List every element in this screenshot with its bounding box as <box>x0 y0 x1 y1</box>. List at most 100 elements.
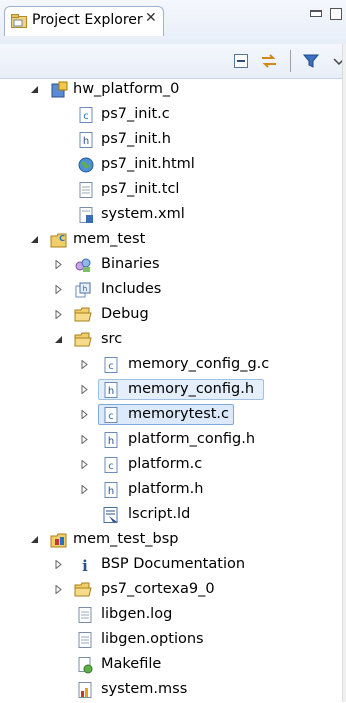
chevron-right-icon[interactable] <box>80 435 89 444</box>
tree-node-source-file[interactable]: c memory_config_g.c <box>0 353 346 378</box>
chevron-down-icon[interactable] <box>30 85 39 94</box>
folder-icon <box>74 307 92 322</box>
svg-text:C: C <box>59 234 65 243</box>
file-item[interactable]: system.mss <box>0 678 346 703</box>
file-item[interactable]: Makefile <box>0 653 346 678</box>
tree-node-debug[interactable]: Debug <box>0 303 346 328</box>
chevron-right-icon[interactable] <box>80 460 89 469</box>
includes-icon: h <box>75 282 91 298</box>
hw-platform-project-icon <box>51 81 68 98</box>
svg-text:i: i <box>82 557 88 574</box>
chevron-right-icon[interactable] <box>54 310 63 319</box>
tree-label: mem_test_bsp <box>73 531 179 547</box>
binaries-icon <box>75 258 91 272</box>
tree-node-source-file[interactable]: h memory_config.h <box>0 378 346 403</box>
file-item[interactable]: lscript.ld <box>0 503 346 528</box>
link-with-editor-icon[interactable] <box>260 52 278 70</box>
info-icon: i <box>82 557 88 574</box>
c-file-icon: c <box>79 107 93 123</box>
chevron-down-icon[interactable] <box>30 235 39 244</box>
tree-label: ps7_cortexa9_0 <box>101 581 215 597</box>
chevron-right-icon[interactable] <box>54 560 63 569</box>
tree-label: src <box>101 331 123 347</box>
file-label: lscript.ld <box>128 506 191 522</box>
tree-node-bsp-docs[interactable]: i BSP Documentation <box>0 553 346 578</box>
file-label: platform.h <box>128 481 204 497</box>
file-item[interactable]: libgen.log <box>0 603 346 628</box>
tab-project-explorer[interactable]: Project Explorer ✕ <box>4 6 164 36</box>
svg-text:h: h <box>108 436 114 447</box>
chevron-right-icon[interactable] <box>54 285 63 294</box>
svg-text:c: c <box>108 361 114 372</box>
svg-text:c: c <box>108 461 114 472</box>
svg-text:c: c <box>108 411 114 422</box>
text-file-icon <box>78 607 92 623</box>
tree-node-hw-platform[interactable]: hw_platform_0 <box>0 78 346 103</box>
makefile-icon <box>78 657 93 674</box>
maximize-icon[interactable] <box>330 8 342 20</box>
linker-script-icon <box>103 507 118 523</box>
view-tab-bar: Project Explorer ✕ <box>0 0 346 44</box>
file-item[interactable]: c ps7_init.c <box>0 103 346 128</box>
tree-node-source-file-selected[interactable]: c memorytest.c <box>0 403 346 428</box>
close-icon[interactable]: ✕ <box>145 10 157 26</box>
tree-node-binaries[interactable]: Binaries <box>0 253 346 278</box>
minimize-icon[interactable] <box>310 10 322 17</box>
tree-node-mem-test[interactable]: C mem_test <box>0 228 346 253</box>
tree-label: Binaries <box>101 256 160 272</box>
file-item[interactable]: system.xml <box>0 203 346 228</box>
svg-text:h: h <box>83 285 87 293</box>
c-project-icon: C <box>50 233 67 248</box>
file-label: memory_config.h <box>128 381 255 397</box>
header-file-icon: h <box>104 382 118 398</box>
tree-label: Debug <box>101 306 149 322</box>
chevron-right-icon[interactable] <box>54 585 63 594</box>
chevron-right-icon[interactable] <box>54 260 63 269</box>
tree-label: mem_test <box>73 231 146 247</box>
header-file-icon: h <box>104 482 118 498</box>
header-file-icon: h <box>79 132 93 148</box>
tree-node-source-file[interactable]: h platform_config.h <box>0 428 346 453</box>
file-item[interactable]: h ps7_init.h <box>0 128 346 153</box>
tree-node-source-file[interactable]: c platform.c <box>0 453 346 478</box>
toolbar-separator <box>290 50 291 72</box>
svg-text:h: h <box>83 136 89 147</box>
svg-text:c: c <box>83 111 89 122</box>
tab-title: Project Explorer <box>32 12 143 28</box>
tree-node-includes[interactable]: h Includes <box>0 278 346 303</box>
file-label: memory_config_g.c <box>128 356 270 372</box>
file-label: memorytest.c <box>128 406 230 422</box>
tree-node-bsp[interactable]: mem_test_bsp <box>0 528 346 553</box>
chevron-down-icon[interactable] <box>30 535 39 544</box>
mss-file-icon <box>78 682 92 698</box>
file-label: ps7_init.h <box>101 131 171 147</box>
file-label: system.xml <box>101 206 185 222</box>
file-label: platform_config.h <box>128 431 256 447</box>
file-item[interactable]: ps7_init.html <box>0 153 346 178</box>
text-file-icon <box>79 182 93 198</box>
header-file-icon: h <box>104 432 118 448</box>
bsp-project-icon <box>50 533 67 548</box>
view-toolbar <box>0 44 346 79</box>
tree-node-processor[interactable]: ps7_cortexa9_0 <box>0 578 346 603</box>
file-item[interactable]: libgen.options <box>0 628 346 653</box>
filter-icon[interactable] <box>302 52 320 70</box>
file-item[interactable]: ps7_init.tcl <box>0 178 346 203</box>
file-label: libgen.log <box>101 606 173 622</box>
chevron-right-icon[interactable] <box>80 410 89 419</box>
file-label: Makefile <box>101 656 162 672</box>
folder-icon <box>74 332 92 347</box>
file-label: platform.c <box>128 456 203 472</box>
chevron-right-icon[interactable] <box>80 385 89 394</box>
chevron-right-icon[interactable] <box>80 360 89 369</box>
file-label: libgen.options <box>101 631 204 647</box>
chevron-down-icon[interactable] <box>54 335 63 344</box>
file-label: ps7_init.c <box>101 106 170 122</box>
tree-node-source-file[interactable]: h platform.h <box>0 478 346 503</box>
tree-node-src[interactable]: src <box>0 328 346 353</box>
chevron-right-icon[interactable] <box>80 485 89 494</box>
tree-label: BSP Documentation <box>101 556 246 572</box>
file-label: system.mss <box>101 681 188 697</box>
collapse-all-icon[interactable] <box>232 52 250 70</box>
c-file-icon: c <box>104 457 118 473</box>
